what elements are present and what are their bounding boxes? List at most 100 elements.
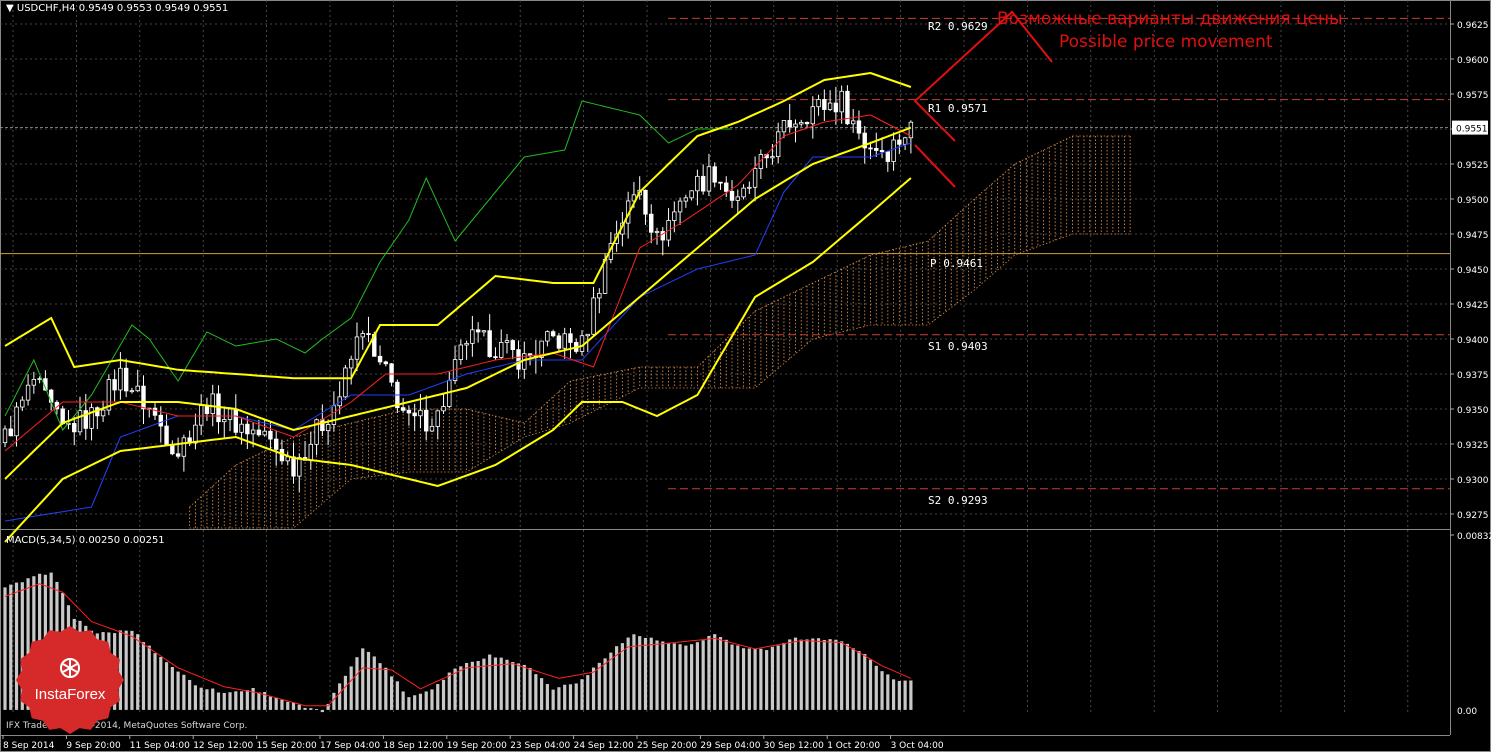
macd-histogram-bar — [661, 641, 665, 710]
macd-histogram-bar — [193, 685, 198, 710]
macd-histogram-bar — [580, 679, 584, 710]
dropdown-triangle-icon[interactable]: ▼ — [6, 3, 14, 14]
macd-histogram-bar — [476, 660, 480, 710]
candle-body — [458, 344, 464, 360]
macd-histogram-bar — [222, 692, 226, 710]
macd-histogram-bar — [776, 645, 780, 710]
price-chart[interactable]: 0.96250.96000.95750.95500.95250.95000.94… — [0, 0, 1491, 752]
candle-body — [487, 330, 492, 358]
macd-histogram-bar — [649, 637, 653, 710]
macd-histogram-bar — [805, 639, 809, 710]
macd-histogram-bar — [199, 687, 203, 710]
y-tick-label: 0.9375 — [1457, 371, 1489, 381]
macd-histogram-bar — [765, 650, 769, 710]
candle-body — [377, 355, 383, 363]
x-tick-label: 8 Sep 2014 — [3, 741, 55, 751]
candle-body — [475, 329, 481, 333]
macd-histogram-bar — [845, 643, 850, 710]
x-tick-label: 24 Sep 12:00 — [574, 741, 634, 751]
candle-body — [799, 121, 804, 125]
macd-histogram-bar — [130, 630, 134, 710]
macd-histogram-bar — [470, 661, 474, 710]
macd-histogram-bar — [257, 692, 261, 710]
macd-histogram-bar — [816, 638, 821, 710]
macd-histogram-bar — [678, 644, 682, 710]
macd-histogram-bar — [395, 681, 399, 710]
candle-body — [643, 189, 648, 215]
macd-histogram-bar — [591, 667, 596, 710]
candle-body — [262, 430, 267, 436]
candle-body — [793, 123, 798, 128]
candle-body — [8, 428, 13, 437]
senkou-span-b — [189, 233, 1131, 529]
candle-body — [389, 363, 394, 383]
x-tick-label: 11 Sep 04:00 — [130, 741, 190, 751]
macd-label: MACD(5,34,5) — [6, 535, 76, 546]
macd-histogram-bar — [701, 640, 705, 710]
bollinger-middle-line — [4, 126, 912, 480]
macd-histogram-bar — [903, 680, 907, 710]
candle-body — [891, 139, 896, 162]
candle-body — [700, 175, 706, 192]
symbol-label: USDCHF,H4 — [16, 3, 76, 14]
macd-histogram-bar — [782, 642, 786, 710]
macd-values: 0.00250 0.00251 — [78, 535, 165, 546]
candle-body — [597, 292, 602, 299]
macd-histogram-bar — [880, 671, 884, 710]
macd-histogram-bar — [488, 654, 492, 710]
logo-text: InstaForex — [34, 686, 106, 703]
x-tick-label: 17 Sep 04:00 — [320, 741, 380, 751]
x-tick-label: 25 Sep 20:00 — [637, 741, 697, 751]
candle-body — [897, 139, 902, 145]
candle-body — [579, 335, 585, 352]
macd-histogram-bar — [338, 683, 342, 710]
candle-body — [741, 187, 746, 198]
macd-histogram-bar — [522, 664, 526, 710]
macd-histogram-bar — [188, 679, 192, 710]
candle-body — [348, 358, 354, 369]
candle-body — [250, 429, 256, 435]
y-tick-label: 0.9325 — [1457, 441, 1489, 451]
macd-histogram-bar — [540, 678, 544, 710]
candle-body — [383, 361, 389, 365]
macd-histogram-bar — [557, 687, 561, 710]
macd-histogram-bar — [811, 638, 815, 710]
y-tick-label: 0.9625 — [1457, 21, 1489, 31]
macd-histogram-bar — [545, 684, 549, 710]
macd-tick-label: 0.00832 — [1457, 532, 1491, 542]
candle-body — [787, 120, 792, 128]
candle-body — [181, 437, 187, 457]
chart-frame — [0, 0, 1491, 752]
candle-body — [366, 333, 371, 335]
candle-body — [516, 349, 521, 370]
candle-body — [193, 424, 198, 444]
candle-body — [20, 399, 25, 408]
macd-histogram-bar — [384, 667, 388, 710]
macd-histogram-bar — [609, 652, 613, 710]
macd-histogram-bar — [886, 674, 890, 710]
current-price-text: 0.9551 — [1456, 125, 1488, 135]
level-label-r1: R1 0.9571 — [928, 102, 988, 115]
macd-histogram-bar — [874, 665, 878, 710]
candle-body — [752, 168, 758, 188]
candle-body — [568, 333, 573, 343]
macd-histogram-bar — [407, 697, 411, 710]
macd-histogram-bar — [309, 708, 313, 710]
candle-body — [112, 379, 117, 391]
y-tick-label: 0.9400 — [1457, 336, 1489, 346]
macd-histogram-bar — [378, 663, 382, 710]
macd-histogram-bar — [707, 635, 711, 710]
macd-histogram-bar — [216, 692, 221, 710]
candle-body — [198, 405, 204, 426]
candle-body — [331, 405, 337, 425]
macd-histogram-bar — [603, 658, 607, 710]
macd-histogram-bar — [741, 648, 746, 710]
macd-histogram-bar — [274, 697, 278, 710]
candle-body — [729, 191, 735, 201]
macd-histogram-bar — [718, 637, 723, 710]
candle-body — [141, 385, 146, 410]
macd-histogram-bar — [586, 675, 590, 710]
macd-histogram-bar — [747, 648, 751, 710]
macd-histogram-bar — [822, 640, 826, 710]
x-tick-label: 29 Sep 04:00 — [700, 741, 760, 751]
